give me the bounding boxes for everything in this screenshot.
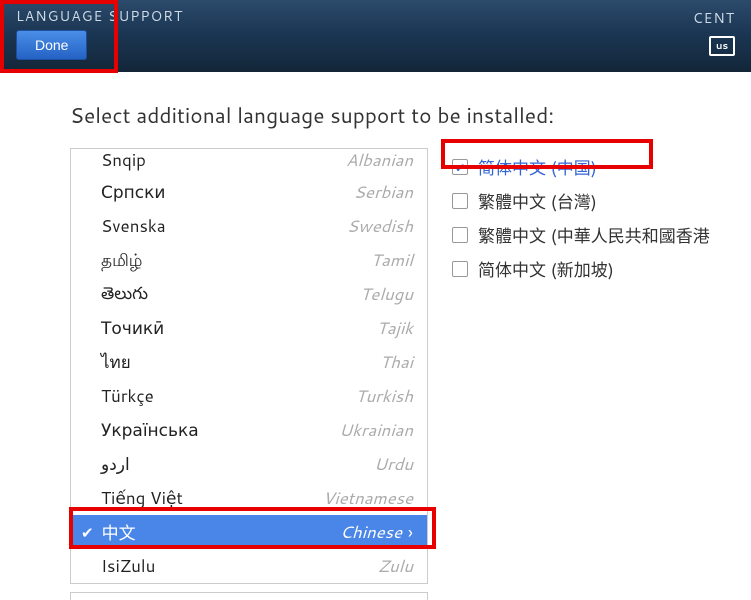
language-row-selected[interactable]: ✔ 中文 Chinese› — [71, 515, 427, 549]
language-row[interactable]: Türkçe Turkish — [71, 379, 427, 413]
variant-row[interactable]: 简体中文 (新加坡) — [446, 252, 731, 286]
language-native: Türkçe — [101, 384, 154, 408]
language-row[interactable]: Українська Ukrainian — [71, 413, 427, 447]
header-bar: LANGUAGE SUPPORT Done CENT us — [0, 0, 751, 72]
language-english: Thai — [380, 350, 413, 374]
done-button[interactable]: Done — [16, 30, 87, 60]
chevron-right-icon: › — [408, 519, 413, 545]
checkbox[interactable] — [452, 227, 468, 243]
language-english: Tajik — [377, 316, 413, 340]
language-row[interactable]: ไทย Thai — [71, 345, 427, 379]
language-native: ไทย — [101, 349, 131, 376]
language-english: Vietnamese — [323, 486, 413, 510]
check-icon: ✔ — [81, 522, 94, 543]
variant-label: 繁體中文 (台灣) — [478, 188, 597, 214]
checkbox[interactable] — [452, 159, 468, 175]
language-english: Urdu — [374, 452, 413, 476]
language-native: Svenska — [101, 214, 166, 238]
language-native: IsiZulu — [101, 554, 155, 578]
variant-label: 简体中文 (新加坡) — [478, 256, 614, 282]
language-native: Tiếng Việt — [101, 486, 183, 510]
language-row[interactable]: తెలుగు Telugu — [71, 277, 427, 311]
language-english: Zulu — [378, 554, 413, 578]
language-row[interactable]: Српски Serbian — [71, 175, 427, 209]
language-english: Ukrainian — [339, 418, 413, 442]
language-row[interactable]: Snqip Albanian — [71, 149, 427, 175]
language-native: 中文 — [102, 519, 136, 545]
language-native: اردو — [101, 452, 130, 476]
language-native: Точикӣ — [101, 316, 164, 340]
language-native: తెలుగు — [101, 281, 148, 308]
language-english: Telugu — [360, 282, 413, 306]
checkbox[interactable] — [452, 261, 468, 277]
language-list[interactable]: Snqip Albanian Српски Serbian Svenska Swedish… — [70, 148, 428, 584]
language-english: Turkish — [355, 384, 413, 408]
page-title: LANGUAGE SUPPORT — [16, 6, 183, 26]
language-english: Serbian — [354, 180, 413, 204]
language-english: Swedish — [347, 214, 413, 238]
variant-label: 繁體中文 (中華人民共和國香港 — [478, 222, 710, 248]
language-row[interactable]: Tiếng Việt Vietnamese — [71, 481, 427, 515]
language-native: Српски — [101, 180, 165, 204]
language-row[interactable]: Точикӣ Tajik — [71, 311, 427, 345]
variant-row[interactable]: 繁體中文 (台灣) — [446, 184, 731, 218]
language-english: Chinese — [340, 520, 402, 544]
distro-label: CENT — [693, 8, 735, 28]
language-row[interactable]: Svenska Swedish — [71, 209, 427, 243]
variant-label: 简体中文 (中国) — [478, 154, 597, 180]
language-english: Albanian — [346, 148, 413, 172]
language-row[interactable]: اردو Urdu — [71, 447, 427, 481]
language-native: Snqip — [101, 148, 146, 172]
language-row[interactable]: தமிழ் Tamil — [71, 243, 427, 277]
instruction-text: Select additional language support to be… — [70, 100, 731, 130]
variant-list: 简体中文 (中国) 繁體中文 (台灣) 繁體中文 (中華人民共和國香港简体中文 (新… — [446, 148, 731, 600]
language-native: Українська — [101, 418, 199, 442]
language-english: Tamil — [371, 248, 413, 272]
language-native: தமிழ் — [101, 248, 143, 273]
search-input[interactable] — [70, 592, 428, 600]
variant-row[interactable]: 简体中文 (中国) — [446, 150, 731, 184]
keyboard-icon[interactable]: us — [709, 36, 735, 56]
language-row[interactable]: IsiZulu Zulu — [71, 549, 427, 583]
variant-row[interactable]: 繁體中文 (中華人民共和國香港 — [446, 218, 731, 252]
checkbox[interactable] — [452, 193, 468, 209]
